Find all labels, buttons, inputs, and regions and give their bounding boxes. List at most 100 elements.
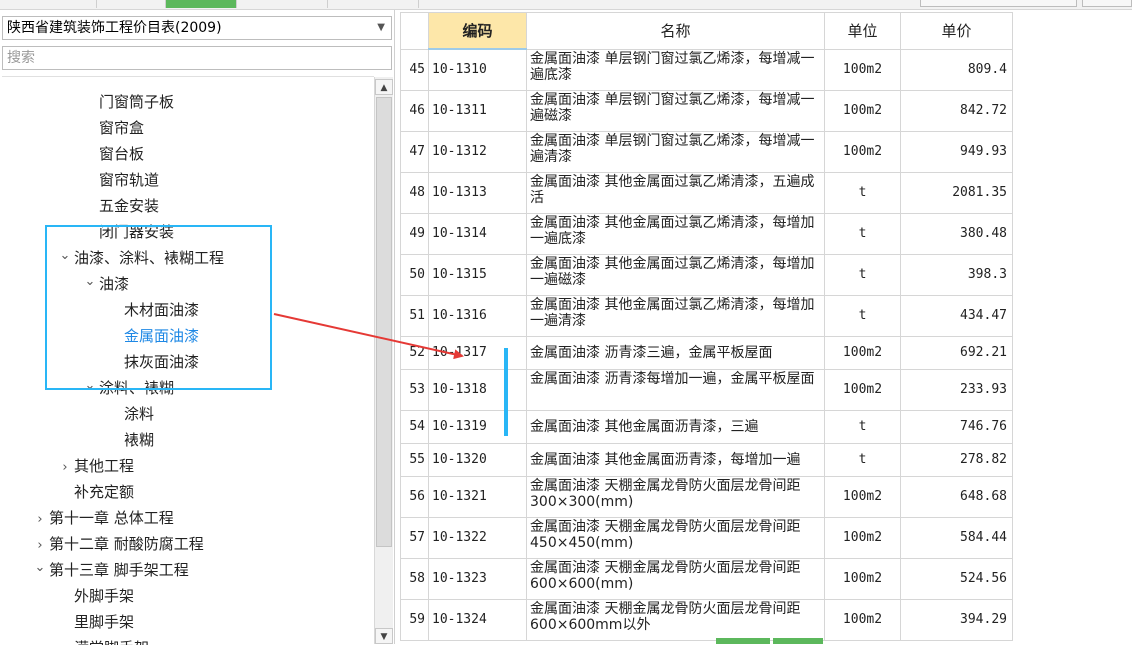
column-header-unit[interactable]: 单位 — [824, 12, 901, 50]
top-tab[interactable] — [0, 0, 97, 8]
top-toolbar-box[interactable] — [1082, 0, 1132, 7]
tree-item-label: 外脚手架 — [74, 587, 135, 605]
chevron-right-icon[interactable]: › — [31, 507, 49, 533]
cell-name: 金属面油漆 其他金属面过氯乙烯清漆，每增加一遍磁漆 — [526, 253, 825, 296]
bottom-tab[interactable] — [716, 638, 770, 644]
tree-item-label: 门窗筒子板 — [99, 93, 175, 111]
table-row[interactable]: 46 10-1311 金属面油漆 单层钢门窗过氯乙烯漆，每增减一遍磁漆 100m2 84… — [400, 89, 1013, 132]
tree-item[interactable]: 木材面油漆 — [106, 297, 199, 323]
tree-item[interactable]: 抹灰面油漆 — [106, 349, 199, 375]
cell-price: 648.68 — [900, 475, 1013, 518]
tree-item[interactable]: ⌄ 涂料、裱糊 — [81, 375, 174, 401]
library-panel: 陕西省建筑装饰工程价目表(2009) ▼ 门窗筒子板窗帘盒窗台板窗帘轨道五金安装… — [0, 10, 395, 645]
cell-name: 金属面油漆 天棚金属龙骨防火面层龙骨间距300×300(mm) — [526, 475, 825, 518]
table-row[interactable]: 51 10-1316 金属面油漆 其他金属面过氯乙烯清漆，每增加一遍清漆 t 434.4… — [400, 294, 1013, 337]
tree-item-label: 窗台板 — [99, 145, 145, 163]
chevron-down-icon[interactable]: ⌄ — [81, 373, 99, 399]
row-number: 45 — [400, 48, 429, 91]
table-row[interactable]: 54 10-1319 金属面油漆 其他金属面沥青漆，三遍 t 746.76 — [400, 409, 1013, 444]
cell-name: 金属面油漆 单层钢门窗过氯乙烯漆，每增减一遍清漆 — [526, 130, 825, 173]
cell-price: 278.82 — [900, 442, 1013, 477]
column-header-price[interactable]: 单价 — [900, 12, 1013, 50]
table-row[interactable]: 49 10-1314 金属面油漆 其他金属面过氯乙烯清漆，每增加一遍底漆 t 380.4… — [400, 212, 1013, 255]
scroll-down-icon[interactable]: ▼ — [375, 628, 393, 644]
tree-item[interactable]: 五金安装 — [81, 193, 159, 219]
chevron-down-icon[interactable]: ⌄ — [81, 269, 99, 295]
top-tab[interactable] — [237, 0, 328, 8]
chevron-down-icon[interactable]: ⌄ — [56, 243, 74, 269]
cell-unit: t — [824, 171, 901, 214]
table-row[interactable]: 58 10-1323 金属面油漆 天棚金属龙骨防火面层龙骨间距600×600(mm)… — [400, 557, 1013, 600]
cell-name: 金属面油漆 单层钢门窗过氯乙烯漆，每增减一遍磁漆 — [526, 89, 825, 132]
row-number: 46 — [400, 89, 429, 132]
quota-table: 编码 名称 单位 单价 45 10-1310 金属面油漆 单层钢门窗过氯乙烯漆，每增… — [400, 12, 1013, 641]
cell-price: 692.21 — [900, 335, 1013, 370]
chevron-down-icon[interactable]: ▼ — [377, 17, 385, 39]
tree-item-label: 窗帘轨道 — [99, 171, 160, 189]
cell-price: 398.3 — [900, 253, 1013, 296]
cell-name: 金属面油漆 单层钢门窗过氯乙烯漆，每增减一遍底漆 — [526, 48, 825, 91]
tree-item[interactable]: › 第十二章 耐酸防腐工程 — [31, 531, 203, 557]
cell-code: 10-1317 — [428, 335, 527, 370]
table-row[interactable]: 57 10-1322 金属面油漆 天棚金属龙骨防火面层龙骨间距450×450(mm)… — [400, 516, 1013, 559]
table-row[interactable]: 59 10-1324 金属面油漆 天棚金属龙骨防火面层龙骨间距600×600mm以外… — [400, 598, 1013, 641]
tree-item[interactable]: 窗帘盒 — [81, 115, 144, 141]
tree-item[interactable]: 窗台板 — [81, 141, 144, 167]
tree-item[interactable]: 闭门器安装 — [81, 219, 174, 245]
table-row[interactable]: 48 10-1313 金属面油漆 其他金属面过氯乙烯清漆，五遍成活 t 2081.35 — [400, 171, 1013, 214]
tree-item[interactable]: 金属面油漆 — [106, 323, 199, 349]
cell-code: 10-1315 — [428, 253, 527, 296]
table-row[interactable]: 53 10-1318 金属面油漆 沥青漆每增加一遍，金属平板屋面 100m2 233.9… — [400, 368, 1013, 411]
chevron-right-icon[interactable]: › — [56, 455, 74, 481]
tree-item[interactable]: ⌄ 油漆、涂料、裱糊工程 — [56, 245, 224, 271]
tree-item-label: 涂料、裱糊 — [99, 379, 175, 397]
tree-item[interactable]: 涂料 — [106, 401, 154, 427]
cell-code: 10-1313 — [428, 171, 527, 214]
top-tab-active[interactable] — [166, 0, 237, 8]
table-row[interactable]: 55 10-1320 金属面油漆 其他金属面沥青漆，每增加一遍 t 278.82 — [400, 442, 1013, 477]
table-row[interactable]: 52 10-1317 金属面油漆 沥青漆三遍，金属平板屋面 100m2 692.21 — [400, 335, 1013, 370]
row-number: 48 — [400, 171, 429, 214]
cell-code: 10-1321 — [428, 475, 527, 518]
scrollbar-thumb[interactable] — [376, 97, 392, 547]
scroll-up-icon[interactable]: ▲ — [375, 79, 393, 95]
tree-scrollbar[interactable]: ▲ ▼ — [374, 77, 393, 644]
table-row[interactable]: 50 10-1315 金属面油漆 其他金属面过氯乙烯清漆，每增加一遍磁漆 t 398.3 — [400, 253, 1013, 296]
table-row[interactable]: 56 10-1321 金属面油漆 天棚金属龙骨防火面层龙骨间距300×300(mm)… — [400, 475, 1013, 518]
tree-item[interactable]: ⌄ 油漆 — [81, 271, 129, 297]
cell-price: 524.56 — [900, 557, 1013, 600]
tree-item-label: 补充定额 — [74, 483, 135, 501]
cell-code: 10-1318 — [428, 368, 527, 411]
bottom-tab[interactable] — [773, 638, 823, 644]
row-number: 59 — [400, 598, 429, 641]
top-tab[interactable] — [97, 0, 166, 8]
cell-price: 949.93 — [900, 130, 1013, 173]
tree-item[interactable]: › 其他工程 — [56, 453, 134, 479]
top-tab[interactable] — [328, 0, 419, 8]
column-header-name[interactable]: 名称 — [526, 12, 825, 50]
tree-item-label: 涂料 — [124, 405, 155, 423]
cell-unit: 100m2 — [824, 557, 901, 600]
cell-unit: 100m2 — [824, 89, 901, 132]
tree-item[interactable]: 里脚手架 — [56, 609, 134, 635]
tree-item[interactable]: › 第十一章 总体工程 — [31, 505, 173, 533]
cell-price: 584.44 — [900, 516, 1013, 559]
library-select[interactable]: 陕西省建筑装饰工程价目表(2009) ▼ — [2, 16, 392, 40]
tree-item[interactable]: 窗帘轨道 — [81, 167, 159, 193]
table-row[interactable]: 47 10-1312 金属面油漆 单层钢门窗过氯乙烯漆，每增减一遍清漆 100m2 94… — [400, 130, 1013, 173]
top-tab-strip — [0, 0, 1132, 10]
cell-name: 金属面油漆 天棚金属龙骨防火面层龙骨间距600×600mm以外 — [526, 598, 825, 641]
search-input[interactable] — [2, 46, 392, 70]
tree-item[interactable]: 裱糊 — [106, 427, 154, 453]
chevron-down-icon[interactable]: ⌄ — [31, 555, 49, 581]
tree-item[interactable]: ⌄ 第十三章 脚手架工程 — [31, 557, 189, 583]
tree-item[interactable]: 补充定额 — [56, 479, 134, 505]
tree-item[interactable]: 门窗筒子板 — [81, 89, 174, 115]
cell-name: 金属面油漆 沥青漆三遍，金属平板屋面 — [526, 335, 825, 370]
top-toolbar-box[interactable] — [920, 0, 1077, 7]
cell-unit: 100m2 — [824, 598, 901, 641]
cell-unit: 100m2 — [824, 130, 901, 173]
tree-item[interactable]: 外脚手架 — [56, 583, 134, 609]
table-row[interactable]: 45 10-1310 金属面油漆 单层钢门窗过氯乙烯漆，每增减一遍底漆 100m2 80… — [400, 48, 1013, 91]
column-header-code[interactable]: 编码 — [428, 12, 527, 50]
